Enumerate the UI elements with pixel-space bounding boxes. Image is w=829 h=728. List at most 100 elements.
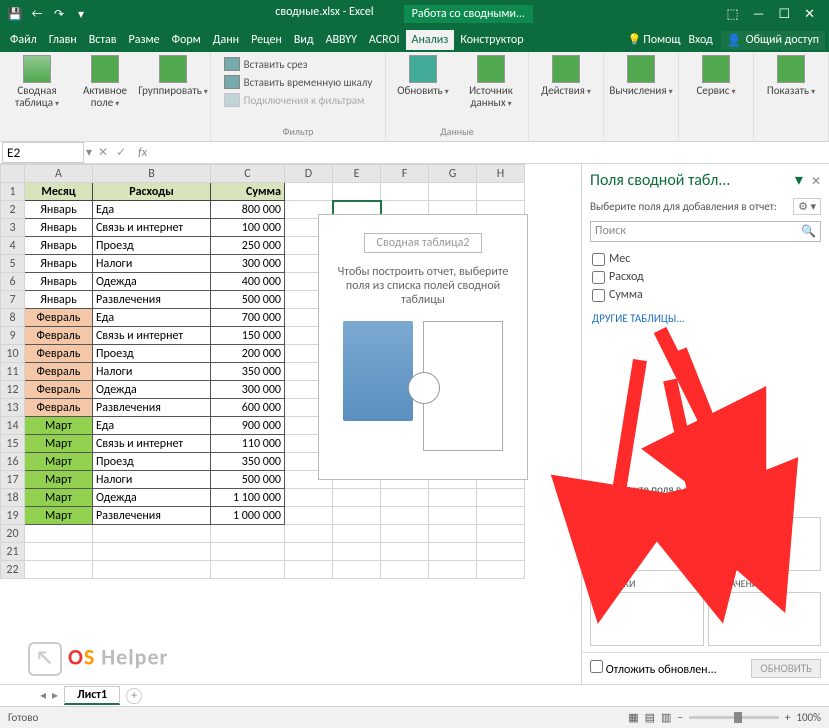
sheet-tab-active[interactable]: Лист1 — [64, 686, 120, 705]
qat-more-icon[interactable]: ▾ — [72, 5, 90, 23]
field-month[interactable]: Мес — [592, 250, 819, 268]
col-header-A[interactable]: A — [25, 165, 93, 183]
field-expense[interactable]: Расход — [592, 268, 819, 286]
ribbon-display-icon[interactable]: ⬚ — [726, 7, 738, 22]
formula-bar: ▾ ✕ ✓ fx — [0, 142, 829, 164]
fieldpane-title: Поля сводной табл... — [590, 171, 730, 190]
fieldpane-search-input[interactable]: Поиск🔍 — [590, 221, 821, 242]
close-icon[interactable]: ✕ — [804, 7, 815, 22]
workspace: A B C D E F G H 1МесяцРасходыСумма2Январ… — [0, 164, 829, 684]
other-tables-link[interactable]: ДРУГИЕ ТАБЛИЦЫ... — [582, 308, 829, 329]
pivot-placeholder[interactable]: Сводная таблица2 Чтобы построить отчет, … — [318, 214, 528, 480]
tab-acrobat[interactable]: ACROI — [363, 30, 406, 50]
update-button: ОБНОВИТЬ — [751, 659, 821, 678]
watermark-logo: OS Helper — [28, 642, 168, 676]
pivot-illustration — [327, 321, 519, 471]
calculations-button[interactable]: Вычисления — [610, 55, 672, 97]
fieldpane-fields-list: Мес Расход Сумма — [582, 246, 829, 308]
tab-design[interactable]: Конструктор — [454, 30, 529, 50]
share-button[interactable]: 👤Общий доступ — [721, 31, 825, 50]
fx-icon[interactable]: fx — [138, 146, 147, 160]
search-icon: 🔍 — [801, 224, 816, 239]
insert-timeline-button[interactable]: Вставить временную шкалу — [224, 73, 373, 91]
tab-data[interactable]: Данн — [207, 30, 245, 50]
tab-file[interactable]: Файл — [4, 30, 43, 50]
tab-view[interactable]: Вид — [288, 30, 320, 50]
tab-abbyy[interactable]: ABBYY — [320, 30, 363, 50]
undo-icon[interactable]: ← — [28, 5, 46, 23]
table-row[interactable]: 1МесяцРасходыСумма — [1, 183, 525, 201]
table-row[interactable]: 18МартОдежда1 100 000 — [1, 489, 525, 507]
tools-button[interactable]: Сервис — [685, 55, 747, 97]
pivot-field-pane: Поля сводной табл... ▾ ✕ Выберите поля дл… — [581, 164, 829, 684]
status-bar: Готово ▦ ▤ ▥ − + 100% — [0, 706, 829, 728]
zone-rows[interactable]: СТРОКИ — [590, 575, 704, 646]
fieldpane-subtitle: Выберите поля для добавления в отчет: — [590, 200, 777, 213]
cancel-formula-icon: ✕ — [98, 145, 108, 160]
select-all-corner[interactable] — [1, 165, 25, 183]
zoom-in-button[interactable]: + — [785, 711, 790, 724]
table-row[interactable]: 20 — [1, 525, 525, 543]
view-break-icon[interactable]: ▥ — [661, 711, 671, 724]
fieldpane-dropdown-icon[interactable]: ▾ — [795, 171, 803, 190]
table-row[interactable]: 19МартРазвлечения1 000 000 — [1, 507, 525, 525]
zone-columns[interactable]: СТОЛБЦЫ — [708, 500, 822, 571]
data-group-label: Данные — [440, 125, 474, 138]
ribbon: Сводная таблица Активное поле Группирова… — [0, 52, 829, 142]
sheet-nav-next-icon[interactable]: ▸ — [52, 688, 58, 703]
zone-values[interactable]: ЗНАЧЕНИЯ — [708, 575, 822, 646]
field-sum[interactable]: Сумма — [592, 286, 819, 304]
formula-input[interactable] — [153, 144, 829, 161]
sheet-area[interactable]: A B C D E F G H 1МесяцРасходыСумма2Январ… — [0, 164, 581, 684]
tell-me-input[interactable]: Помощ — [628, 33, 681, 47]
name-box[interactable] — [2, 142, 84, 163]
new-sheet-button[interactable]: + — [126, 688, 142, 704]
sign-in-link[interactable]: Вход — [688, 33, 712, 47]
col-header-C[interactable]: C — [211, 165, 285, 183]
actions-button[interactable]: Действия — [535, 55, 597, 97]
minimize-icon[interactable]: — — [753, 7, 765, 22]
zone-filters[interactable]: ФИЛЬТРЫ — [590, 500, 704, 571]
save-icon[interactable]: 💾 — [6, 5, 24, 23]
zoom-out-button[interactable]: − — [677, 711, 682, 724]
data-source-button[interactable]: Источник данных — [460, 55, 522, 109]
maximize-icon[interactable]: ☐ — [778, 7, 790, 22]
group-button[interactable]: Группировать — [142, 55, 204, 109]
pivot-name-label: Сводная таблица2 — [364, 233, 483, 253]
defer-update-checkbox[interactable]: Отложить обновлен... — [590, 660, 717, 677]
window-title: сводные.xlsx - Excel — [275, 5, 373, 23]
redo-icon[interactable]: ↷ — [50, 5, 68, 23]
zoom-slider[interactable] — [689, 716, 779, 719]
col-header-H[interactable]: H — [477, 165, 525, 183]
col-header-D[interactable]: D — [285, 165, 333, 183]
sheet-nav-prev-icon[interactable]: ◂ — [40, 688, 46, 703]
drag-hint-label: Перетащите поля в нужную область: — [582, 475, 829, 500]
tab-review[interactable]: Рецен — [245, 30, 288, 50]
col-header-F[interactable]: F — [381, 165, 429, 183]
fieldpane-close-icon[interactable]: ✕ — [811, 175, 821, 189]
col-header-E[interactable]: E — [333, 165, 381, 183]
zoom-level[interactable]: 100% — [796, 711, 821, 724]
contextual-tab-label: Работа со сводными... — [404, 5, 533, 23]
insert-slicer-button[interactable]: Вставить срез — [224, 55, 373, 73]
pivot-table-button[interactable]: Сводная таблица — [6, 55, 68, 109]
active-field-button[interactable]: Активное поле — [74, 55, 136, 109]
tab-layout[interactable]: Разме — [123, 30, 166, 50]
ribbon-tabs: Файл Главн Встав Разме Форм Данн Рецен В… — [0, 28, 829, 52]
title-bar: 💾 ← ↷ ▾ сводные.xlsx - Excel Работа со с… — [0, 0, 829, 28]
view-page-icon[interactable]: ▤ — [645, 711, 655, 724]
pivot-hint-text: Чтобы построить отчет, выберите поля из … — [327, 265, 519, 307]
tab-home[interactable]: Главн — [43, 30, 83, 50]
tab-formulas[interactable]: Форм — [166, 30, 207, 50]
show-button[interactable]: Показать — [760, 55, 822, 97]
col-header-G[interactable]: G — [429, 165, 477, 183]
filter-connections-button: Подключения к фильтрам — [224, 91, 373, 109]
table-row[interactable]: 22 — [1, 561, 525, 579]
refresh-button[interactable]: Обновить — [392, 55, 454, 109]
tab-insert[interactable]: Встав — [83, 30, 123, 50]
table-row[interactable]: 21 — [1, 543, 525, 561]
view-normal-icon[interactable]: ▦ — [628, 711, 638, 724]
tab-analyze[interactable]: Анализ — [406, 30, 455, 50]
fieldpane-gear-icon[interactable]: ⚙ ▾ — [793, 198, 821, 215]
col-header-B[interactable]: B — [93, 165, 211, 183]
